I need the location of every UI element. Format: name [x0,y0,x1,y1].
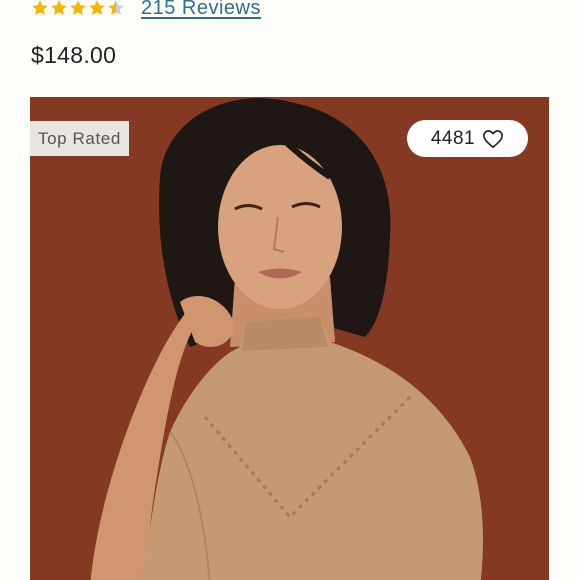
top-rated-badge: Top Rated [30,121,129,156]
heart-outline-icon [483,129,504,148]
product-detail-page: 215 Reviews $148.00 Top Rated 4481 [0,0,580,580]
star-rating [31,0,125,19]
favorites-count: 4481 [430,127,476,149]
product-price: $148.00 [31,42,117,68]
rating-row: 215 Reviews [31,0,261,22]
favorite-button[interactable]: 4481 [407,120,528,157]
half-star-icon [108,0,124,16]
star-icon [51,0,67,16]
star-icon [70,0,86,16]
reviews-link[interactable]: 215 Reviews [141,0,261,19]
product-image[interactable]: Top Rated 4481 [30,97,549,580]
model-photo [30,97,549,580]
star-icon [89,0,105,16]
star-icon [32,0,48,16]
